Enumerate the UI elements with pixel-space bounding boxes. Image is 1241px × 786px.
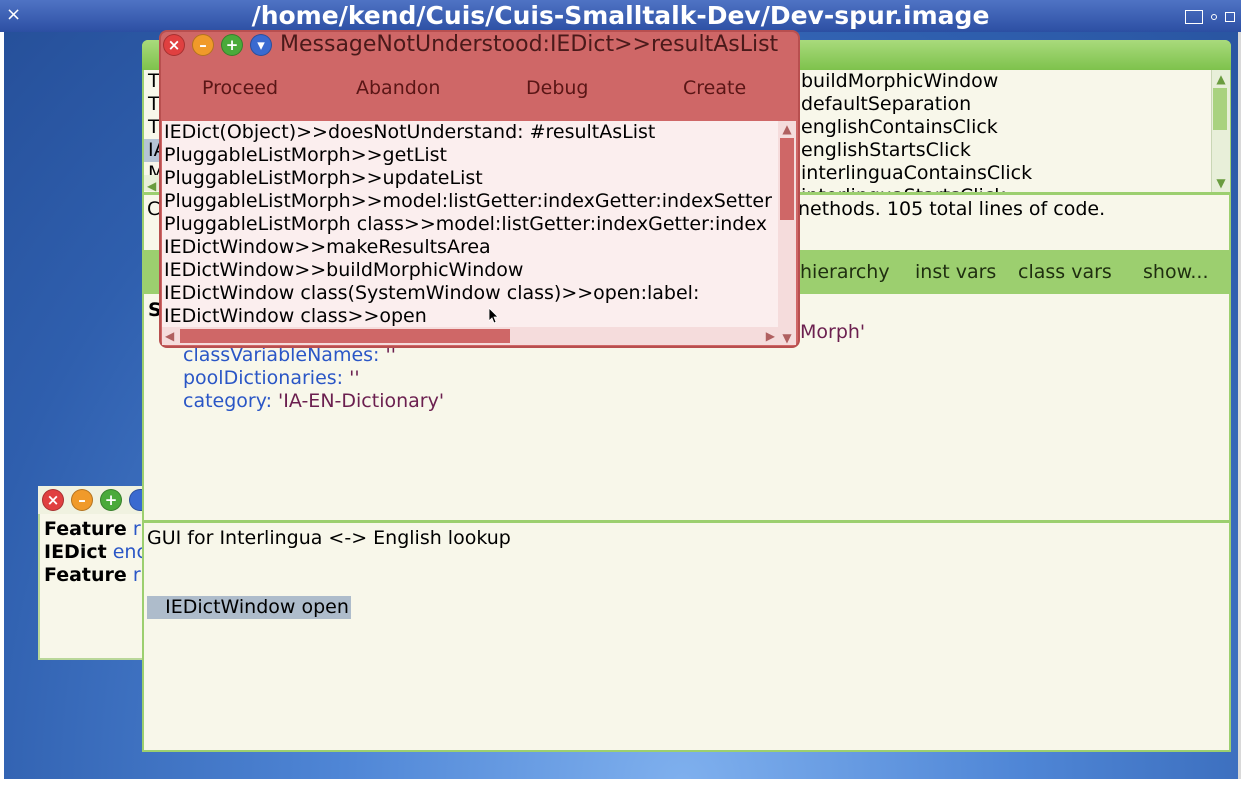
stack-frame[interactable]: IEDictWindow>>makeResultsArea (162, 236, 778, 259)
scroll-up-icon[interactable]: ▲ (778, 122, 796, 136)
list-item[interactable]: defaultSeparation (798, 93, 1210, 116)
close-icon[interactable]: × (42, 489, 64, 511)
stack-list[interactable]: IEDict(Object)>>doesNotUnderstand: #resu… (162, 121, 778, 327)
feature-list: Feature r IEDict enc Feature r (44, 518, 147, 587)
class-vars-button[interactable]: class vars (1018, 260, 1112, 284)
list-item[interactable]: Feature r (44, 518, 147, 541)
list-item[interactable]: englishStartsClick (798, 139, 1210, 162)
scroll-down-icon[interactable]: ▼ (1212, 176, 1230, 190)
list-item[interactable]: interlinguaContainsClick (798, 162, 1210, 185)
expand-icon[interactable]: + (100, 489, 122, 511)
os-restore-icon[interactable] (1225, 11, 1235, 22)
debugger-title: MessageNotUnderstood:IEDict>>resultAsLis… (280, 32, 779, 57)
os-minimize-icon[interactable] (1211, 13, 1217, 20)
comment-pane[interactable]: GUI for Interlingua <-> English lookup I… (144, 523, 1229, 750)
proceed-button[interactable]: Proceed (202, 76, 278, 100)
expand-icon[interactable]: + (221, 34, 243, 56)
scroll-right-icon[interactable]: ▶ (766, 329, 775, 343)
stack-vscroll-thumb[interactable] (780, 138, 794, 220)
stack-frame[interactable]: PluggableListMorph>>getList (162, 144, 778, 167)
scroll-left-icon[interactable]: ◀ (165, 329, 174, 343)
message-list-scroll-thumb[interactable] (1213, 88, 1227, 130)
show-button[interactable]: show... (1143, 260, 1208, 284)
close-icon[interactable]: × (163, 34, 185, 56)
desktop-border-bottom (0, 779, 1241, 786)
list-item[interactable]: IEDict enc (44, 541, 147, 564)
menu-icon[interactable]: ▾ (250, 34, 272, 56)
scroll-up-icon[interactable]: ▲ (1212, 72, 1230, 86)
list-item[interactable]: englishContainsClick (798, 116, 1210, 139)
abandon-button[interactable]: Abandon (356, 76, 440, 100)
comment-text: GUI for Interlingua <-> English lookup (147, 527, 511, 549)
code-partial-right: Morph' (800, 321, 866, 343)
stack-frame[interactable]: IEDict(Object)>>doesNotUnderstand: #resu… (162, 121, 778, 144)
code-line: poolDictionaries: '' (183, 367, 360, 389)
scroll-down-icon[interactable]: ▼ (778, 331, 796, 345)
code-line: category: 'IA-EN-Dictionary' (183, 390, 445, 412)
mouse-cursor-icon (489, 308, 499, 324)
os-window-controls (1177, 6, 1235, 26)
list-item[interactable]: Feature r (44, 564, 147, 587)
comment-selection[interactable]: IEDictWindow open (147, 596, 351, 619)
status-text: nethods. 105 total lines of code. (798, 198, 1106, 220)
stack-frame[interactable]: IEDictWindow class>>open (162, 305, 778, 327)
stack-frame[interactable]: IEDictWindow class(SystemWindow class)>>… (162, 282, 778, 305)
list-item[interactable]: buildMorphicWindow (798, 70, 1210, 93)
debug-button[interactable]: Debug (526, 76, 588, 100)
os-maximize-icon[interactable] (1185, 9, 1203, 24)
os-window-title: /home/kend/Cuis/Cuis-Smalltalk-Dev/Dev-s… (251, 1, 990, 30)
stack-frame[interactable]: PluggableListMorph>>updateList (162, 167, 778, 190)
minimize-icon[interactable]: – (71, 489, 93, 511)
inst-vars-button[interactable]: inst vars (915, 260, 996, 284)
minimize-icon[interactable]: – (192, 34, 214, 56)
list-item[interactable]: interlinguaStartsClick (798, 185, 1210, 192)
create-button[interactable]: Create (683, 76, 746, 100)
stack-frame[interactable]: PluggableListMorph>>model:listGetter:ind… (162, 190, 778, 213)
stack-frame[interactable]: IEDictWindow>>buildMorphicWindow (162, 259, 778, 282)
hierarchy-button[interactable]: hierarchy (800, 260, 890, 284)
desktop-border-left (0, 32, 4, 786)
message-list[interactable]: buildMorphicWindow defaultSeparation eng… (798, 70, 1210, 192)
stack-frame[interactable]: PluggableListMorph class>>model:listGett… (162, 213, 778, 236)
stack-hscroll-thumb[interactable] (180, 329, 510, 343)
